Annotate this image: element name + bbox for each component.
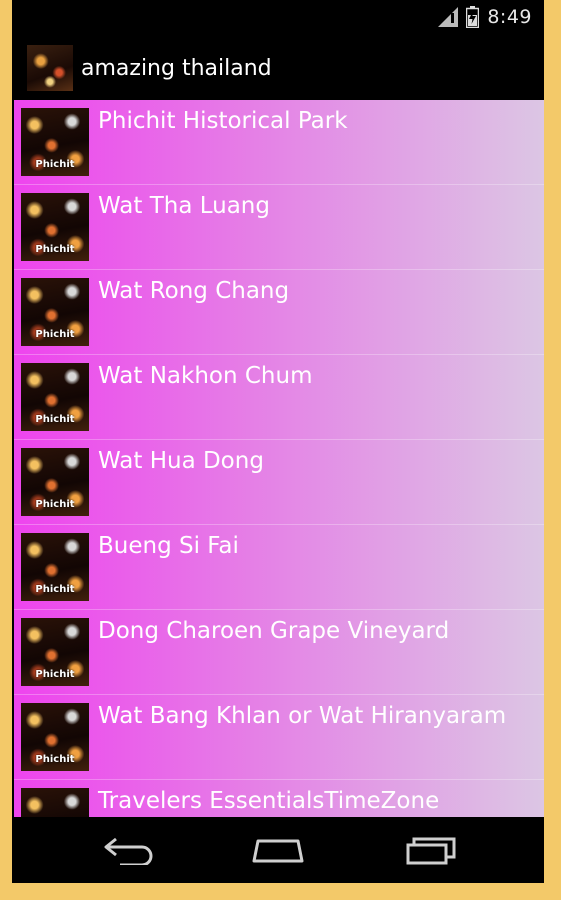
status-icons: 8:49: [438, 6, 532, 28]
navigation-bar: [12, 817, 544, 883]
list-item[interactable]: Phichit Wat Nakhon Chum: [14, 355, 544, 440]
list-item[interactable]: Phichit Wat Tha Luang: [14, 185, 544, 270]
list-item-thumbnail: Phichit: [21, 533, 89, 601]
recents-icon[interactable]: [400, 835, 460, 865]
thumbnail-caption: Phichit: [35, 669, 75, 680]
list-item-label: Wat Tha Luang: [98, 193, 270, 219]
list-item-thumbnail: Phichit: [21, 703, 89, 771]
app-icon: [27, 45, 73, 91]
home-icon[interactable]: [248, 835, 308, 865]
list-item[interactable]: Phichit Wat Bang Khlan or Wat Hiranyaram: [14, 695, 544, 780]
list-item-thumbnail: Phichit: [21, 193, 89, 261]
status-bar: 8:49: [12, 0, 544, 36]
list-item-thumbnail: Phichit: [21, 108, 89, 176]
phone-screen: 8:49 amazing thailand Phichit Phichit Hi…: [12, 0, 544, 883]
thumbnail-caption: Phichit: [35, 329, 75, 340]
list-item[interactable]: Phichit Wat Hua Dong: [14, 440, 544, 525]
thumbnail-caption: Phichit: [35, 159, 75, 170]
list-item[interactable]: Phichit Phichit Historical Park: [14, 100, 544, 185]
list-item[interactable]: Phichit Travelers EssentialsTimeZone: [14, 780, 544, 817]
action-bar: amazing thailand: [12, 36, 544, 100]
list-item-label: Wat Nakhon Chum: [98, 363, 313, 389]
list-item-label: Dong Charoen Grape Vineyard: [98, 618, 450, 644]
back-icon[interactable]: [98, 835, 158, 865]
list-item[interactable]: Phichit Wat Rong Chang: [14, 270, 544, 355]
list-item-label: Phichit Historical Park: [98, 108, 348, 134]
list-item-thumbnail: Phichit: [21, 788, 89, 817]
list-item-label: Wat Bang Khlan or Wat Hiranyaram: [98, 703, 507, 729]
thumbnail-caption: Phichit: [35, 499, 75, 510]
app-title: amazing thailand: [81, 55, 272, 81]
list-item-label: Bueng Si Fai: [98, 533, 239, 559]
list-item-thumbnail: Phichit: [21, 278, 89, 346]
signal-icon: [438, 7, 459, 27]
thumbnail-caption: Phichit: [35, 414, 75, 425]
thumbnail-caption: Phichit: [35, 754, 75, 765]
clock: 8:49: [487, 6, 532, 28]
list-item-thumbnail: Phichit: [21, 448, 89, 516]
thumbnail-caption: Phichit: [35, 584, 75, 595]
list-item[interactable]: Phichit Dong Charoen Grape Vineyard: [14, 610, 544, 695]
list-item-thumbnail: Phichit: [21, 618, 89, 686]
thumbnail-caption: Phichit: [35, 244, 75, 255]
list-item[interactable]: Phichit Bueng Si Fai: [14, 525, 544, 610]
list-item-label: Wat Hua Dong: [98, 448, 264, 474]
list-item-thumbnail: Phichit: [21, 363, 89, 431]
list-item-label: Travelers EssentialsTimeZone: [98, 788, 440, 814]
battery-icon: [466, 6, 480, 28]
list-item-label: Wat Rong Chang: [98, 278, 290, 304]
places-list: Phichit Phichit Historical Park Phichit …: [14, 100, 544, 817]
